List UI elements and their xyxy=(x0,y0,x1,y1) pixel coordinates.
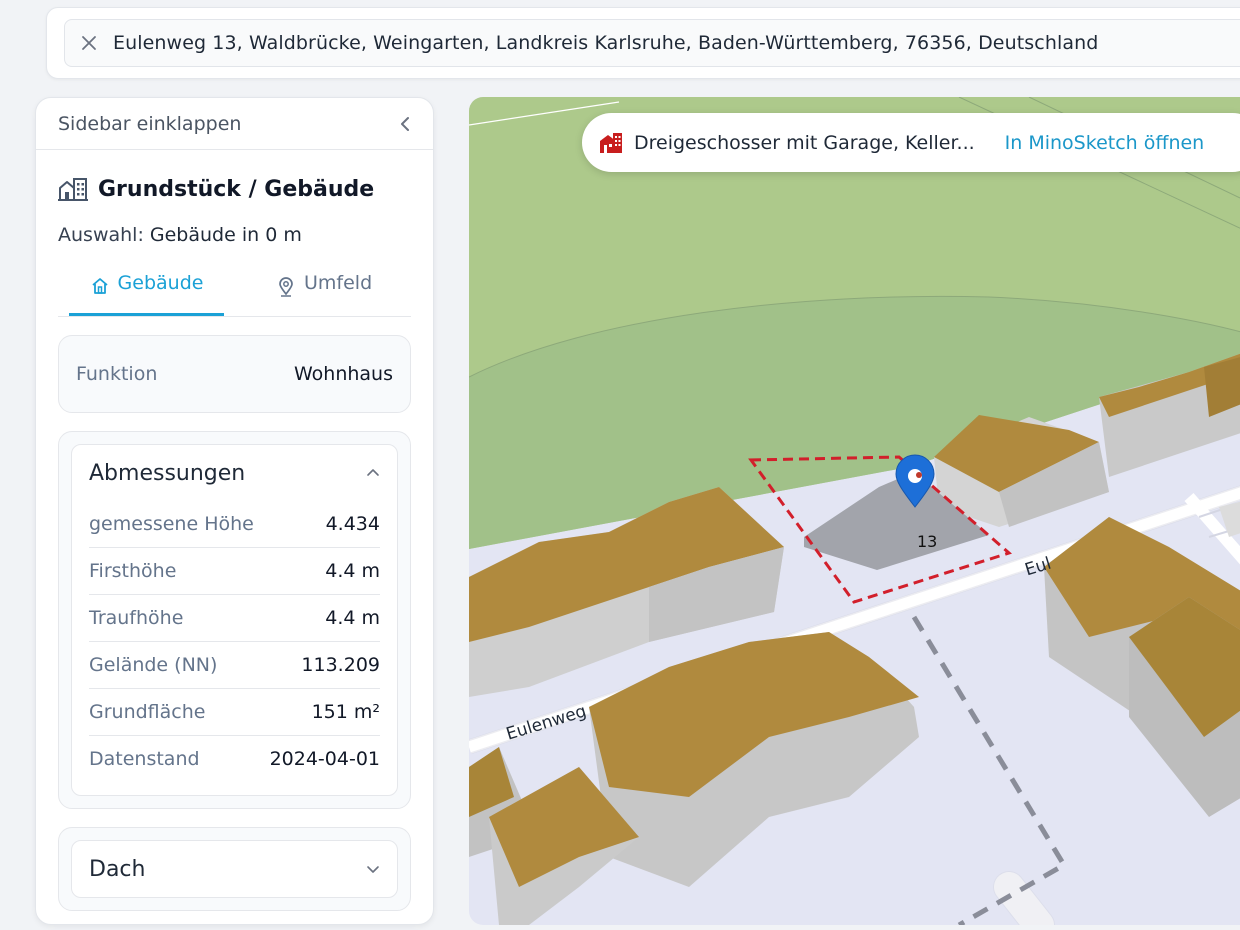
table-row: gemessene Höhe 4.434 xyxy=(89,501,380,548)
search-input[interactable]: Eulenweg 13, Waldbrücke, Weingarten, Lan… xyxy=(64,19,1240,67)
section-title: Grundstück / Gebäude xyxy=(98,176,375,202)
home-icon xyxy=(90,276,110,296)
chevron-down-icon[interactable] xyxy=(366,864,380,874)
dach-title: Dach xyxy=(89,856,146,882)
popup-description: Dreigeschosser mit Garage, Keller... xyxy=(634,131,975,154)
funktion-value: Wohnhaus xyxy=(293,363,393,385)
house-icon xyxy=(599,132,623,154)
building-popup: Dreigeschosser mit Garage, Keller... In … xyxy=(582,113,1240,172)
abmessungen-card: Abmessungen gemessene Höhe 4.434 Firsthö… xyxy=(58,431,411,809)
house-number: 13 xyxy=(917,532,938,551)
map-canvas[interactable] xyxy=(469,97,1240,925)
dach-card: Dach xyxy=(58,827,411,911)
footpath-edge xyxy=(993,871,1055,925)
row-label: Grundfläche xyxy=(89,701,206,723)
table-row: Datenstand 2024-04-01 xyxy=(89,736,380,782)
row-label: Datenstand xyxy=(89,748,200,770)
abmessungen-title: Abmessungen xyxy=(89,460,246,486)
sidebar-collapse-label: Sidebar einklappen xyxy=(58,112,242,135)
table-row: Grundfläche 151 m² xyxy=(89,689,380,736)
row-label: Traufhöhe xyxy=(89,607,184,629)
selection-label: Auswahl: xyxy=(58,224,144,246)
funktion-label: Funktion xyxy=(76,363,158,385)
tab-umfeld[interactable]: Umfeld xyxy=(276,272,372,316)
abmessungen-header[interactable]: Abmessungen xyxy=(89,445,380,501)
table-row: Firsthöhe 4.4 m xyxy=(89,548,380,595)
search-bar: Eulenweg 13, Waldbrücke, Weingarten, Lan… xyxy=(46,7,1240,79)
open-minosketch-link[interactable]: In MinoSketch öffnen xyxy=(1005,132,1205,154)
building-icon xyxy=(58,176,88,202)
row-value: 4.4 m xyxy=(325,607,380,629)
table-row: Gelände (NN) 113.209 xyxy=(89,642,380,689)
row-label: Gelände (NN) xyxy=(89,654,218,676)
tab-gebaeude[interactable]: Gebäude xyxy=(69,272,224,316)
sidebar-collapse-button[interactable]: Sidebar einklappen xyxy=(36,98,433,150)
tab-umfeld-label: Umfeld xyxy=(304,272,373,294)
sidebar: Sidebar einklappen Grundstück / Gebäude … xyxy=(35,97,434,925)
row-value: 113.209 xyxy=(301,654,380,676)
dach-header[interactable]: Dach xyxy=(71,840,398,898)
chevron-left-icon[interactable] xyxy=(399,115,411,133)
selection-info: Auswahl: Gebäude in 0 m xyxy=(58,224,433,246)
close-icon[interactable] xyxy=(65,20,113,66)
tab-gebaeude-label: Gebäude xyxy=(117,272,204,294)
row-value: 4.434 xyxy=(325,513,380,535)
selection-value: Gebäude in 0 m xyxy=(149,224,302,246)
table-row: Traufhöhe 4.4 m xyxy=(89,595,380,642)
chevron-up-icon[interactable] xyxy=(366,468,380,478)
row-value: 151 m² xyxy=(311,701,380,723)
funktion-card: Funktion Wohnhaus xyxy=(58,335,411,413)
row-value: 4.4 m xyxy=(325,560,380,582)
row-label: gemessene Höhe xyxy=(89,513,254,535)
map-pin-icon xyxy=(276,276,296,298)
map-view[interactable]: Eulenweg Eul xyxy=(469,97,1240,925)
search-value[interactable]: Eulenweg 13, Waldbrücke, Weingarten, Lan… xyxy=(113,32,1098,54)
section-header: Grundstück / Gebäude xyxy=(58,176,433,202)
building-block-east xyxy=(1044,501,1240,817)
abmessungen-panel: Abmessungen gemessene Höhe 4.434 Firsthö… xyxy=(71,444,398,796)
tab-bar: Gebäude Umfeld xyxy=(58,272,411,317)
boundary-line xyxy=(911,615,1068,925)
row-value: 2024-04-01 xyxy=(269,748,380,770)
row-label: Firsthöhe xyxy=(89,560,177,582)
